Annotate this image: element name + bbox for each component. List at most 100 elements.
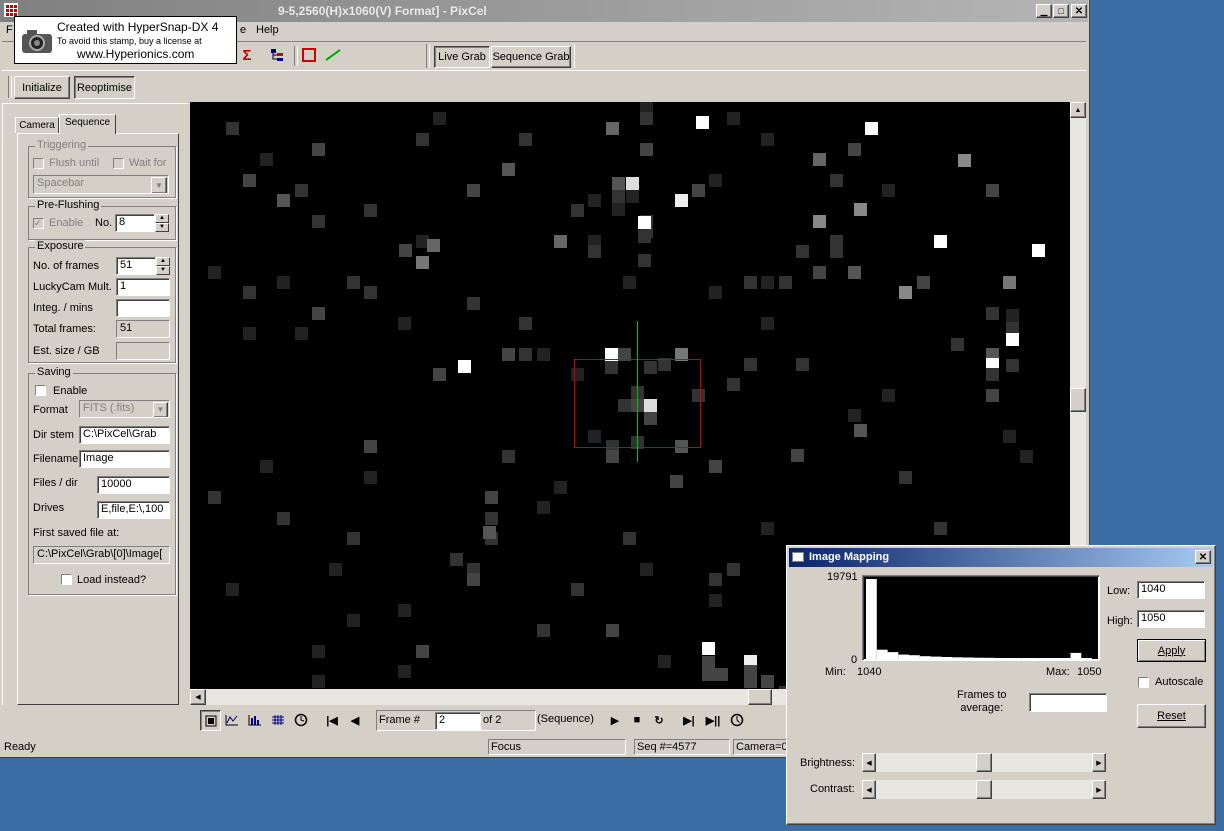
format-value: FITS (.fits) [83, 402, 135, 414]
reoptimise-button[interactable]: Reoptimise [74, 76, 135, 99]
contrast-left-button[interactable]: ◀ [862, 780, 876, 799]
star-pixel [502, 163, 515, 176]
view-image-button[interactable] [200, 710, 221, 731]
menu-partial[interactable]: e [240, 24, 246, 36]
contrast-thumb[interactable] [976, 780, 992, 799]
first-frame-icon[interactable]: |◀ [323, 711, 341, 729]
frames-to-average-input[interactable] [1029, 693, 1107, 712]
load-instead-checkbox[interactable] [61, 574, 72, 585]
stop-icon[interactable]: ■ [628, 711, 646, 729]
vertical-scroll-thumb[interactable] [1070, 388, 1086, 412]
frames-stepper[interactable]: ▲ ▼ [156, 257, 170, 275]
trigger-source-select[interactable]: Spacebar ▼ [33, 175, 169, 194]
trigger-source-value: Spacebar [37, 177, 85, 189]
autoscale-checkbox[interactable] [1138, 677, 1149, 688]
preflushing-title: Pre-Flushing [35, 199, 102, 211]
low-label: Low: [1107, 585, 1131, 597]
toolbar-2: Initialize Reoptimise [2, 74, 1086, 101]
star-pixel [243, 286, 256, 299]
star-pixel [934, 522, 947, 535]
next-frame-icon[interactable]: ▶| [680, 711, 698, 729]
rectangle-tool-icon[interactable] [300, 46, 318, 64]
histogram-bar [984, 657, 996, 659]
menu-help[interactable]: Help [256, 24, 279, 36]
wait-for-checkbox[interactable] [113, 158, 124, 169]
sequence-grab-button[interactable]: Sequence Grab [491, 46, 571, 68]
scroll-up-button[interactable]: ▲ [1070, 102, 1086, 118]
star-pixel [588, 245, 601, 258]
star-pixel [696, 116, 709, 129]
histogram-bar [887, 652, 899, 659]
timer-icon[interactable] [728, 711, 746, 729]
app-icon[interactable] [4, 3, 18, 17]
brightness-thumb[interactable] [976, 753, 992, 772]
previous-frame-icon[interactable]: ◀ [346, 711, 364, 729]
cursor-line[interactable] [637, 321, 638, 462]
close-button[interactable]: ✕ [1071, 4, 1087, 18]
high-input[interactable]: 1050 [1137, 610, 1205, 628]
scroll-left-button[interactable]: ◀ [190, 689, 206, 705]
maximize-icon: □ [1058, 6, 1064, 16]
frame-input[interactable]: 2 [435, 712, 481, 730]
tab-camera[interactable]: Camera [15, 117, 59, 133]
contrast-right-button[interactable]: ▶ [1092, 780, 1106, 799]
frames-input[interactable]: 51 [116, 257, 156, 275]
star-pixel [416, 256, 429, 269]
menu-file[interactable]: F [6, 24, 13, 36]
contrast-slider[interactable]: ◀ ▶ [862, 780, 1106, 799]
minimize-icon: ▁ [1040, 5, 1048, 16]
maximize-button[interactable]: □ [1053, 4, 1069, 18]
line-tool-icon[interactable] [324, 46, 342, 64]
brightness-left-button[interactable]: ◀ [862, 753, 876, 772]
luckycam-input[interactable]: 1 [116, 278, 170, 296]
last-frame-icon[interactable]: ▶|| [704, 711, 722, 729]
preflush-no-input[interactable]: 8 [115, 214, 155, 232]
tree-icon[interactable] [268, 46, 286, 64]
preflush-no-stepper[interactable]: ▲ ▼ [155, 214, 169, 232]
brightness-right-button[interactable]: ▶ [1092, 753, 1106, 772]
close-icon: ✕ [1074, 5, 1084, 17]
star-pixel [744, 675, 757, 688]
saving-enable-checkbox[interactable] [35, 385, 46, 396]
triggering-group: Triggering Flush until Wait for Spacebar… [28, 139, 176, 198]
hypersnap-stamp: Created with HyperSnap-DX 4 To avoid thi… [14, 16, 237, 64]
live-grab-button[interactable]: Live Grab [434, 46, 490, 68]
profile-graph-icon[interactable] [223, 711, 241, 729]
star-pixel [208, 491, 221, 504]
star-pixel [1006, 333, 1019, 346]
dialog-close-button[interactable]: ✕ [1195, 550, 1211, 564]
star-pixel [226, 122, 239, 135]
integ-label: Integ. / mins [33, 302, 93, 314]
filename-input[interactable]: Image [79, 450, 170, 468]
histogram-box [862, 575, 1100, 661]
flush-until-checkbox[interactable] [33, 158, 44, 169]
dirstem-input[interactable]: C:\PixCel\Grab [79, 426, 170, 444]
star-pixel [588, 194, 601, 207]
sum-icon[interactable]: Σ [238, 46, 256, 64]
preflush-enable-checkbox[interactable]: ✓ [33, 218, 44, 229]
integ-input[interactable] [116, 299, 170, 317]
star-pixel [399, 244, 412, 257]
drives-input[interactable]: E,file,E:\,100 [97, 501, 170, 519]
chevron-down-icon[interactable]: ▼ [151, 177, 167, 193]
format-select[interactable]: FITS (.fits) ▼ [79, 400, 170, 418]
initialize-button[interactable]: Initialize [14, 76, 70, 99]
star-pixel [709, 573, 722, 586]
minimize-button[interactable]: ▁ [1036, 4, 1052, 18]
grid-icon[interactable] [269, 711, 287, 729]
histogram-icon[interactable] [246, 711, 264, 729]
low-input[interactable]: 1040 [1137, 581, 1205, 599]
exposure-title: Exposure [35, 240, 86, 252]
chevron-down-icon[interactable]: ▼ [153, 402, 168, 417]
tab-sequence[interactable]: Sequence [59, 114, 116, 134]
reset-button[interactable]: Reset [1137, 704, 1206, 728]
filesdir-input[interactable]: 10000 [97, 476, 170, 494]
brightness-slider[interactable]: ◀ ▶ [862, 753, 1106, 772]
play-icon[interactable]: ▶ [606, 711, 624, 729]
load-instead-label: Load instead? [77, 574, 147, 586]
horizontal-scroll-thumb[interactable] [748, 689, 772, 705]
loop-icon[interactable]: ↻ [650, 711, 668, 729]
dialog-title-bar[interactable]: Image Mapping ✕ [789, 548, 1213, 567]
clock-settings-icon[interactable] [292, 711, 310, 729]
apply-button[interactable]: Apply [1137, 639, 1206, 662]
